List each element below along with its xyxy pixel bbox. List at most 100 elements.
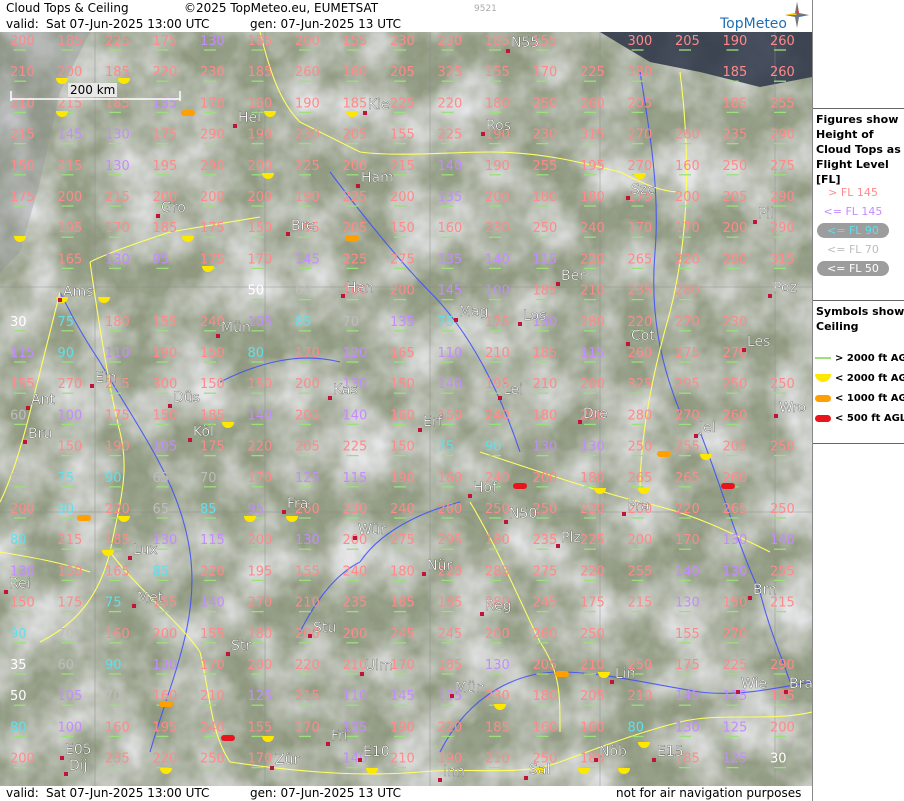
city-label: Str	[231, 638, 251, 654]
city-marker	[188, 438, 192, 442]
cloud-map[interactable]: 200 185 225 175 130 185 200 155 230 230 185 155 300 2…	[0, 32, 812, 786]
cloud-top-value: 80	[628, 720, 645, 735]
cloud-top-value: 180	[533, 408, 558, 423]
cloud-top-value: 245	[533, 596, 558, 611]
cloud-top-value: 230	[390, 34, 415, 49]
city-label: Inn	[443, 764, 465, 780]
cloud-top-value: 270	[675, 408, 700, 423]
cloud-top-value: 220	[675, 502, 700, 517]
city-marker	[468, 494, 472, 498]
ceiling-legend-label: > 2000 ft AGL	[835, 353, 904, 364]
cloud-top-value: 275	[770, 159, 795, 174]
cloud-top-value: 105	[248, 315, 273, 330]
cloud-top-value: 270	[628, 128, 653, 143]
header-bar: Cloud Tops & Ceiling ©2025 TopMeteo.eu, …	[0, 0, 812, 32]
flight-level-legend-item: > FL 145	[828, 186, 878, 199]
cloud-top-value: 150	[58, 440, 83, 455]
cloud-top-value: 225	[105, 34, 130, 49]
cloud-top-value: 150	[248, 221, 273, 236]
cloud-top-value: 260	[723, 408, 748, 423]
cloud-top-value: 265	[628, 471, 653, 486]
city-marker	[594, 758, 598, 762]
city-label: Mün	[221, 320, 251, 336]
cloud-top-value: 30	[770, 752, 787, 767]
cloud-top-value: 80	[248, 346, 265, 361]
cloud-top-value: 270	[58, 377, 83, 392]
cloud-top-value: 290	[770, 221, 795, 236]
city-label: Nür	[427, 558, 452, 574]
cloud-top-value: 150	[58, 564, 83, 579]
cloud-top-value: 170	[200, 658, 225, 673]
ceiling-legend-label: < 500 ft AGL	[835, 413, 904, 424]
cloud-top-value: 150	[10, 159, 35, 174]
ceiling-legend-item: < 500 ft AGL	[815, 411, 904, 424]
cloud-top-value: 270	[628, 159, 653, 174]
cloud-top-value: 185	[248, 65, 273, 80]
cloud-top-value: 200	[723, 221, 748, 236]
city-label: Dre	[583, 406, 608, 422]
city-marker	[286, 232, 290, 236]
cloud-top-value: 205	[343, 128, 368, 143]
cloud-top-value: 260	[628, 346, 653, 361]
cloud-top-value: 175	[675, 658, 700, 673]
cloud-top-value: 200	[248, 658, 273, 673]
cloud-top-value: 140	[675, 564, 700, 579]
city-marker	[784, 690, 788, 694]
cloud-top-value: 195	[58, 221, 83, 236]
legend-panel: Figures show Height of Cloud Tops as Fli…	[812, 0, 904, 801]
cloud-top-value: 165	[390, 346, 415, 361]
cloud-top-value: 165	[58, 252, 83, 267]
cloud-top-value: 130	[105, 252, 130, 267]
cloud-top-value: 165	[105, 564, 130, 579]
cloud-top-value: 325	[628, 377, 653, 392]
cloud-top-value: 290	[770, 190, 795, 205]
city-marker	[64, 772, 68, 776]
city-marker	[23, 440, 27, 444]
cloud-top-value: 240	[390, 502, 415, 517]
footer-generated-time: gen: 07-Jun-2025 13 UTC	[250, 786, 402, 800]
cloud-top-value: 155	[390, 128, 415, 143]
cloud-top-value: 185	[533, 346, 558, 361]
ceiling-line-icon	[815, 357, 831, 359]
cloud-top-value: 180	[533, 190, 558, 205]
cloud-top-value: 215	[105, 190, 130, 205]
cloud-top-value: 210	[390, 752, 415, 767]
cloud-top-value: 90	[10, 627, 27, 642]
city-marker	[652, 758, 656, 762]
cloud-top-value: 275	[533, 564, 558, 579]
cloud-top-value: 190	[295, 96, 320, 111]
cloud-top-value: 175	[153, 128, 178, 143]
cloud-top-value: 150	[390, 221, 415, 236]
cloud-top-value: 70	[105, 689, 122, 704]
cloud-top-value: 290	[723, 252, 748, 267]
cloud-top-value: 210	[533, 377, 558, 392]
cloud-top-value: 175	[58, 596, 83, 611]
city-label: Fra	[287, 496, 308, 512]
cloud-top-value: 200	[485, 190, 510, 205]
city-label: Ros	[486, 118, 511, 134]
flight-level-legend-item: <= FL 70	[817, 242, 889, 257]
scale-label: 200 km	[68, 83, 118, 97]
cloud-top-value: 130	[580, 440, 605, 455]
cloud-top-value: 200	[58, 65, 83, 80]
cloud-top-value: 185	[105, 533, 130, 548]
city-marker	[282, 510, 286, 514]
city-label: N55	[511, 35, 539, 51]
cloud-top-value: 70	[58, 627, 75, 642]
cloud-top-value: 125	[248, 689, 273, 704]
cloud-top-value: 115	[580, 346, 605, 361]
city-marker	[360, 672, 364, 676]
cloud-top-value: 180	[580, 190, 605, 205]
city-label: Düs	[173, 390, 200, 406]
cloud-top-value: 240	[485, 408, 510, 423]
map-title: Cloud Tops & Ceiling	[6, 1, 129, 15]
city-label: Bru	[28, 426, 52, 442]
city-marker	[363, 111, 367, 115]
flight-level-legend-item: <= FL 90	[817, 223, 889, 238]
cloud-top-value: 205	[343, 221, 368, 236]
cloud-top-value: 170	[675, 221, 700, 236]
city-label: Pra	[627, 498, 650, 514]
cloud-top-value: 250	[770, 377, 795, 392]
city-marker	[736, 690, 740, 694]
ceiling-legend-label: < 1000 ft AGL	[835, 393, 904, 404]
